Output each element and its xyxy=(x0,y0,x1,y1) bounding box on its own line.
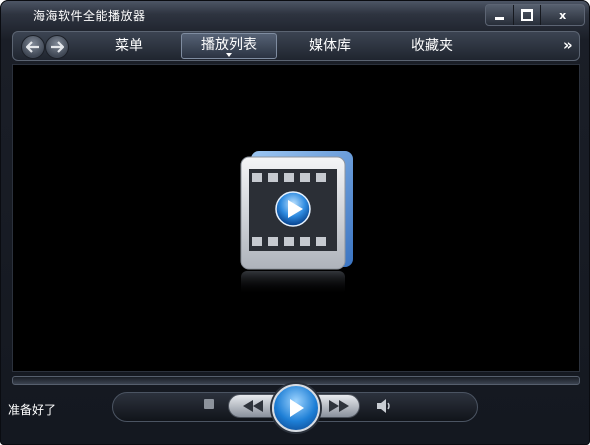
rewind-icon xyxy=(243,400,263,412)
tab-media-library[interactable]: 媒体库 xyxy=(297,32,363,60)
volume-button[interactable] xyxy=(376,398,394,414)
volume-icon xyxy=(377,399,390,413)
film-play-icon xyxy=(240,151,353,295)
navigation-bar: 菜单 播放列表 媒体库 收藏夹 » xyxy=(12,31,580,61)
maximize-button[interactable] xyxy=(514,5,542,25)
chevron-down-icon xyxy=(226,53,232,57)
forward-arrow-icon xyxy=(51,41,64,53)
fast-forward-button[interactable] xyxy=(322,398,356,414)
rewind-button[interactable] xyxy=(236,398,270,414)
close-button[interactable]: x xyxy=(541,5,584,25)
close-icon: x xyxy=(559,8,567,22)
control-panel: 准备好了 xyxy=(0,372,590,445)
window-controls: x xyxy=(485,4,585,26)
status-text: 准备好了 xyxy=(8,403,57,417)
forward-button[interactable] xyxy=(45,35,69,59)
title-bar[interactable]: 海海软件全能播放器 x xyxy=(0,0,590,28)
back-arrow-icon xyxy=(26,41,39,53)
more-tabs-button[interactable]: » xyxy=(563,32,573,60)
maximize-icon xyxy=(521,9,533,21)
stop-button[interactable] xyxy=(204,399,214,409)
video-area[interactable] xyxy=(12,64,580,372)
minimize-icon xyxy=(494,16,504,20)
back-button[interactable] xyxy=(21,35,45,59)
tab-playlist-label: 播放列表 xyxy=(201,37,257,53)
play-icon xyxy=(290,399,304,417)
play-button[interactable] xyxy=(272,384,320,432)
window-title: 海海软件全能播放器 xyxy=(33,9,146,23)
tab-favorites[interactable]: 收藏夹 xyxy=(399,32,465,60)
player-window: 海海软件全能播放器 x 菜单 播放列表 媒体库 收藏夹 » 准备好了 xyxy=(0,0,590,445)
tab-playlist[interactable]: 播放列表 xyxy=(181,33,277,59)
tab-menu[interactable]: 菜单 xyxy=(101,32,157,60)
fast-forward-icon xyxy=(329,400,349,412)
history-buttons xyxy=(17,35,73,59)
minimize-button[interactable] xyxy=(486,5,514,25)
